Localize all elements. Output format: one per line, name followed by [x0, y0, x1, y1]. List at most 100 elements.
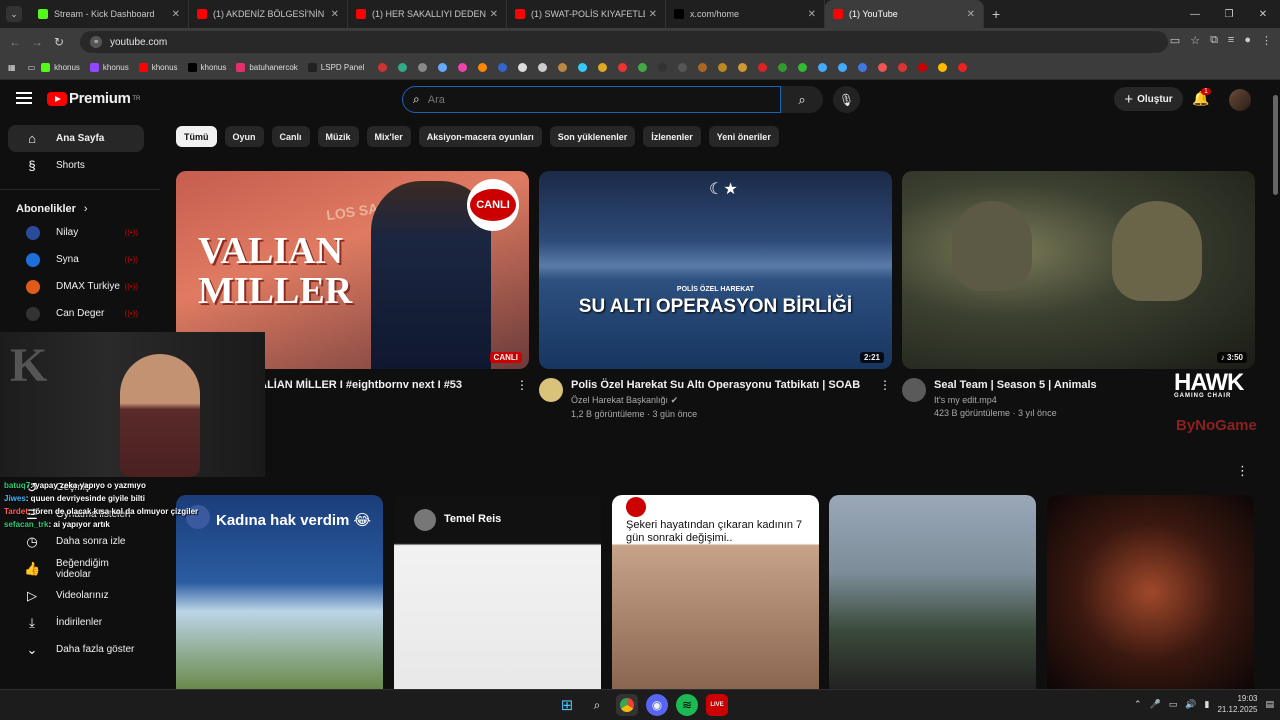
browser-tab[interactable]: (1) AKDENİZ BÖLGESİ'NİN EN D ✕ [189, 0, 348, 28]
bookmark-icon[interactable] [798, 63, 808, 72]
browser-tab[interactable]: x.com/home ✕ [666, 0, 825, 28]
channel-name[interactable]: Özel Harekat Başkanlığı ✔ [571, 395, 878, 406]
discord-icon[interactable]: ◉ [646, 694, 668, 716]
filter-chip[interactable]: Aksiyon-macera oyunları [418, 126, 542, 147]
bookmark-icon[interactable] [518, 63, 528, 72]
bookmark-item[interactable]: khonus [187, 63, 226, 72]
bookmark-icon[interactable] [478, 63, 488, 72]
subscription-item[interactable]: Nilay ((•)) [8, 219, 144, 246]
subscription-item[interactable]: Can Deger ((•)) [8, 300, 144, 327]
account-avatar[interactable] [1229, 89, 1251, 111]
search-icon[interactable]: ⌕ [586, 694, 608, 716]
sidebar-item-you[interactable]: ◷ Daha sonra izle [8, 528, 144, 555]
tray-chevron-icon[interactable]: ⌃ [1134, 699, 1142, 710]
bookmark-icon[interactable] [498, 63, 508, 72]
more-options-icon[interactable]: ⋮ [878, 378, 892, 419]
bookmark-icon[interactable] [718, 63, 728, 72]
media-icon[interactable]: ≡ [1228, 34, 1234, 47]
sidebar-item-home[interactable]: ⌂ Ana Sayfa [8, 125, 144, 152]
filter-chip[interactable]: Tümü [176, 126, 217, 147]
url-bar[interactable]: ≡ youtube.com [80, 31, 1168, 53]
notifications-icon[interactable]: 🔔 1 [1192, 88, 1211, 107]
bookmark-icon[interactable] [418, 63, 428, 72]
site-info-icon[interactable]: ≡ [90, 36, 102, 48]
bookmark-icon[interactable] [938, 63, 948, 72]
volume-icon[interactable]: 🔊 [1185, 699, 1196, 710]
bookmark-item[interactable]: batuhanercok [236, 63, 298, 72]
browser-tab[interactable]: (1) SWAT-POLİS KIYAFETLERİNE ✕ [507, 0, 666, 28]
bookmark-icon[interactable] [438, 63, 448, 72]
youtube-logo[interactable]: Premium TR [47, 90, 140, 107]
create-button[interactable]: + Oluştur [1114, 87, 1183, 111]
scrollbar-thumb[interactable] [1273, 95, 1278, 195]
bookmark-icon[interactable] [918, 63, 928, 72]
maximize-icon[interactable]: ❐ [1212, 9, 1246, 20]
bookmark-icon[interactable] [678, 63, 688, 72]
sidebar-item-you[interactable]: ⤓ İndirilenler [8, 609, 144, 636]
tab-close-icon[interactable]: ✕ [490, 9, 498, 20]
bookmark-icon[interactable] [398, 63, 408, 72]
bookmark-icon[interactable] [698, 63, 708, 72]
apps-icon[interactable]: ▦ [8, 63, 16, 72]
stream-app-icon[interactable]: LIVE [706, 694, 728, 716]
channel-avatar[interactable] [902, 378, 926, 402]
short-card[interactable]: Şekeri hayatından çıkaran kadının 7 gün … [612, 495, 819, 689]
short-card[interactable]: Kadına hak verdim 😂 [176, 495, 383, 689]
network-icon[interactable]: ▭ [1169, 699, 1178, 710]
bookmark-item[interactable]: khonus [138, 63, 178, 72]
video-card[interactable]: ☾★ POLİS ÖZEL HAREKAT SU ALTI OPERASYON … [539, 171, 892, 419]
menu-icon[interactable]: ⋮ [1261, 34, 1272, 47]
search-input[interactable] [427, 93, 728, 106]
video-title[interactable]: Polis Özel Harekat Su Altı Operasyonu Ta… [571, 378, 878, 392]
start-icon[interactable]: ⊞ [556, 694, 578, 716]
forward-icon[interactable]: → [26, 35, 48, 49]
browser-tab[interactable]: Stream - Kick Dashboard ✕ [30, 0, 189, 28]
cast-icon[interactable]: ▭ [1170, 34, 1180, 47]
bookmark-icon[interactable] [638, 63, 648, 72]
bookmark-icon[interactable] [778, 63, 788, 72]
short-card[interactable] [829, 495, 1036, 689]
minimize-icon[interactable]: — [1178, 9, 1212, 20]
subscription-item[interactable]: DMAX Turkiye ((•)) [8, 273, 144, 300]
bookmark-icon[interactable] [578, 63, 588, 72]
short-card[interactable] [1047, 495, 1254, 689]
clock[interactable]: 19:03 21.12.2025 [1217, 693, 1257, 715]
tab-close-icon[interactable]: ✕ [808, 9, 816, 20]
chrome-icon[interactable] [616, 694, 638, 716]
filter-chip[interactable]: İzlenenler [643, 126, 701, 147]
more-options-icon[interactable]: ⋮ [515, 378, 529, 432]
new-tab-button[interactable]: + [992, 6, 1000, 22]
tab-close-icon[interactable]: ✕ [172, 9, 180, 20]
folder-icon[interactable]: ▭ [28, 63, 36, 72]
search-button[interactable]: ⌕ [781, 86, 823, 113]
tab-close-icon[interactable]: ✕ [649, 9, 657, 20]
bookmark-icon[interactable] [898, 63, 908, 72]
hamburger-menu-icon[interactable] [16, 92, 32, 104]
voice-search-icon[interactable]: 🎙 [833, 86, 860, 113]
extensions-icon[interactable]: ⧉ [1210, 34, 1218, 47]
bookmark-item[interactable]: khonus [89, 63, 129, 72]
bookmark-item[interactable]: LSPD Panel [307, 63, 364, 72]
back-icon[interactable]: ← [4, 35, 26, 49]
bookmark-icon[interactable] [618, 63, 628, 72]
bookmark-icon[interactable] [558, 63, 568, 72]
short-card[interactable]: Temel Reis [394, 495, 601, 689]
filter-chip[interactable]: Canlı [271, 126, 310, 147]
notification-center-icon[interactable]: ▤ [1265, 699, 1274, 710]
bookmark-icon[interactable] [958, 63, 968, 72]
video-thumbnail[interactable]: ☾★ POLİS ÖZEL HAREKAT SU ALTI OPERASYON … [539, 171, 892, 369]
bookmark-icon[interactable] [878, 63, 888, 72]
bookmark-star-icon[interactable]: ☆ [1190, 34, 1200, 47]
video-thumbnail[interactable]: ♪ 3:50 [902, 171, 1255, 369]
bookmark-icon[interactable] [538, 63, 548, 72]
browser-tab[interactable]: (1) HER SAKALLIYI DEDEN SAN ✕ [348, 0, 507, 28]
bookmark-icon[interactable] [818, 63, 828, 72]
bookmark-icon[interactable] [758, 63, 768, 72]
reload-icon[interactable]: ↻ [48, 35, 70, 49]
filter-chip[interactable]: Mix'ler [366, 126, 411, 147]
filter-chip[interactable]: Müzik [317, 126, 359, 147]
subscription-item[interactable]: Syna ((•)) [8, 246, 144, 273]
spotify-icon[interactable]: ≋ [676, 694, 698, 716]
battery-icon[interactable]: ▮ [1204, 699, 1209, 710]
bookmark-icon[interactable] [598, 63, 608, 72]
